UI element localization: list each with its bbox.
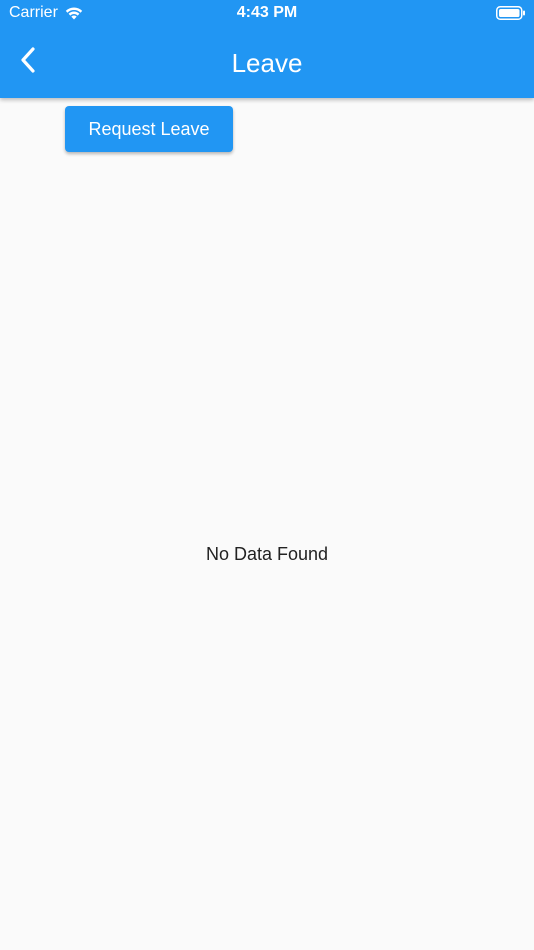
toolbar: Leave (0, 28, 534, 98)
status-time: 4:43 PM (236, 4, 298, 21)
app-bar: Carrier 4:43 PM Leave (0, 0, 534, 98)
empty-state-message: No Data Found (205, 544, 329, 564)
battery-icon (496, 6, 526, 20)
page-title: Leave (231, 48, 303, 78)
request-leave-button[interactable]: Request Leave (65, 106, 233, 152)
status-bar: Carrier 4:43 PM (0, 0, 534, 28)
